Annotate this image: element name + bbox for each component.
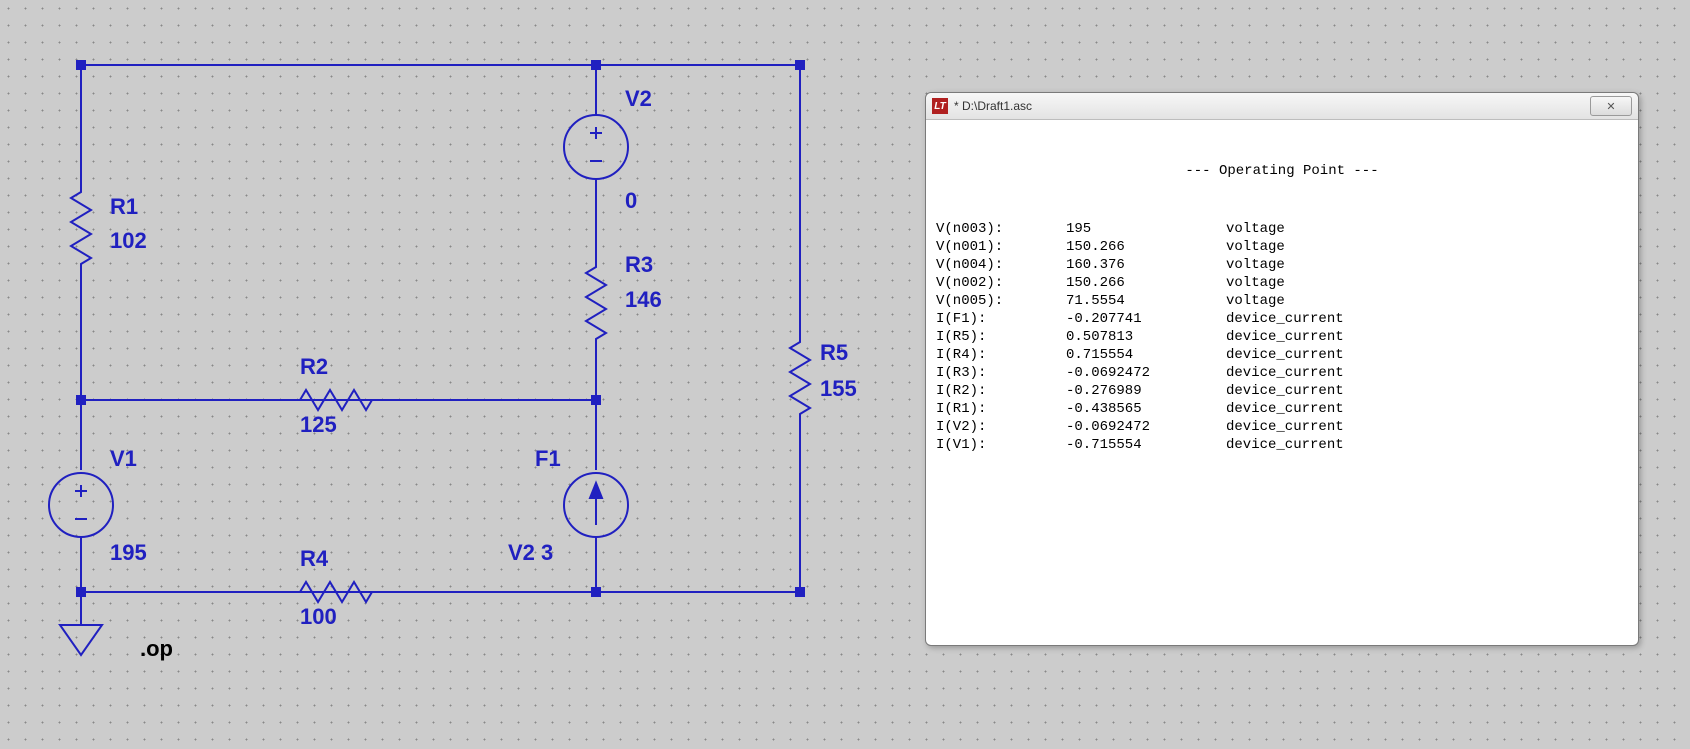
result-row: I(V1):-0.715554device_current <box>936 436 1628 454</box>
r4-value[interactable]: 100 <box>300 604 337 630</box>
result-row: V(n002):150.266voltage <box>936 274 1628 292</box>
v1-name[interactable]: V1 <box>110 446 137 472</box>
result-row: I(R4):0.715554device_current <box>936 346 1628 364</box>
r5-name[interactable]: R5 <box>820 340 848 366</box>
window-title: * D:\Draft1.asc <box>954 99 1032 113</box>
v2-name[interactable]: V2 <box>625 86 652 112</box>
results-header: --- Operating Point --- <box>936 162 1628 184</box>
close-button[interactable]: ✕ <box>1590 96 1632 116</box>
r1-name[interactable]: R1 <box>110 194 138 220</box>
results-window[interactable]: LT * D:\Draft1.asc ✕ --- Operating Point… <box>925 92 1639 646</box>
app-icon: LT <box>932 98 948 114</box>
result-row: I(R2):-0.276989device_current <box>936 382 1628 400</box>
r1-value[interactable]: 102 <box>110 228 147 254</box>
f1-name[interactable]: F1 <box>535 446 561 472</box>
v1-value[interactable]: 195 <box>110 540 147 566</box>
v2-value[interactable]: 0 <box>625 188 637 214</box>
result-row: I(F1):-0.207741device_current <box>936 310 1628 328</box>
close-icon: ✕ <box>1606 100 1615 113</box>
result-row: I(R1):-0.438565device_current <box>936 400 1628 418</box>
schematic-canvas[interactable] <box>0 0 900 749</box>
r5-value[interactable]: 155 <box>820 376 857 402</box>
result-row: V(n001):150.266voltage <box>936 238 1628 256</box>
result-row: V(n005):71.5554voltage <box>936 292 1628 310</box>
r4-name[interactable]: R4 <box>300 546 328 572</box>
result-row: I(R3):-0.0692472device_current <box>936 364 1628 382</box>
result-row: I(R5):0.507813device_current <box>936 328 1628 346</box>
f1-value[interactable]: V2 3 <box>508 540 553 566</box>
results-body: --- Operating Point --- V(n003):195volta… <box>926 120 1638 496</box>
result-row: V(n004):160.376voltage <box>936 256 1628 274</box>
result-row: V(n003):195voltage <box>936 220 1628 238</box>
results-titlebar[interactable]: LT * D:\Draft1.asc ✕ <box>926 93 1638 120</box>
spice-directive[interactable]: .op <box>140 636 173 662</box>
r2-name[interactable]: R2 <box>300 354 328 380</box>
r3-value[interactable]: 146 <box>625 287 662 313</box>
r3-name[interactable]: R3 <box>625 252 653 278</box>
r2-value[interactable]: 125 <box>300 412 337 438</box>
result-row: I(V2):-0.0692472device_current <box>936 418 1628 436</box>
